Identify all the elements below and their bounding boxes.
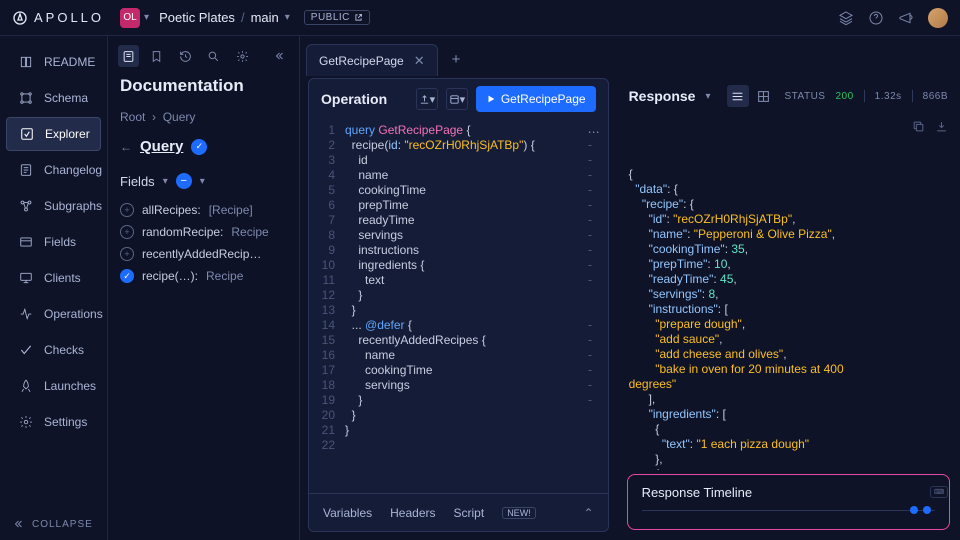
crumb-leaf[interactable]: Query [163, 110, 196, 124]
graph-breadcrumb[interactable]: Poetic Plates / main ▾ [159, 10, 290, 25]
operation-heading: Operation [321, 91, 408, 107]
check-icon: ✓ [191, 139, 207, 155]
documentation-panel: Documentation Root › Query ← Query ✓ Fie… [108, 36, 300, 540]
layers-icon[interactable] [838, 10, 854, 26]
docs-tab-icon[interactable] [118, 45, 139, 67]
doc-breadcrumb: Root › Query [120, 110, 287, 124]
nav-schema[interactable]: Schema [6, 81, 101, 115]
collection-icon[interactable]: ▾ [446, 88, 468, 110]
view-json-icon[interactable] [727, 85, 749, 107]
copy-icon[interactable] [912, 120, 925, 133]
add-tab-button[interactable]: + [452, 51, 461, 68]
operation-panel: GetRecipePage ✕ + Operation ▾ ▾ GetRecip… [300, 36, 617, 540]
share-icon[interactable]: ▾ [416, 88, 438, 110]
field-list: +allRecipes: [Recipe] +randomRecipe: Rec… [120, 199, 287, 287]
expand-icon[interactable]: ⌃ [584, 506, 594, 520]
back-icon[interactable]: ← [120, 140, 132, 154]
nav-subgraphs[interactable]: Subgraphs [6, 189, 101, 223]
bookmark-icon[interactable] [147, 45, 168, 67]
collapse-doc-icon[interactable] [269, 45, 290, 67]
chevron-down-icon[interactable]: ▾ [285, 12, 290, 23]
chevron-down-icon[interactable]: ▾ [144, 12, 149, 23]
run-button[interactable]: GetRecipePage [476, 86, 596, 112]
fields-heading: Fields [120, 174, 155, 189]
operation-tab[interactable]: GetRecipePage ✕ [306, 44, 438, 76]
branch-name: main [251, 10, 279, 25]
search-icon[interactable] [204, 45, 225, 67]
download-icon[interactable] [935, 120, 948, 133]
nav-readme[interactable]: README [6, 45, 101, 79]
field-row[interactable]: +recentlyAddedRecip… [120, 243, 287, 265]
new-badge: NEW! [502, 507, 536, 519]
headers-tab[interactable]: Headers [390, 506, 435, 520]
nav-explorer[interactable]: Explorer [6, 117, 101, 151]
response-panel: Response ▾ STATUS 200 1.32s 866B { "data… [617, 36, 960, 540]
megaphone-icon[interactable] [898, 10, 914, 26]
nav-launches[interactable]: Launches [6, 369, 101, 403]
chevron-down-icon[interactable]: ▾ [200, 176, 205, 187]
script-tab[interactable]: Script [454, 506, 485, 520]
field-row[interactable]: +allRecipes: [Recipe] [120, 199, 287, 221]
view-table-icon[interactable] [753, 85, 775, 107]
help-icon[interactable] [868, 10, 884, 26]
nav-operations[interactable]: Operations [6, 297, 101, 331]
nav-checks[interactable]: Checks [6, 333, 101, 367]
project-name: Poetic Plates [159, 10, 235, 25]
status-code: 200 [835, 91, 853, 102]
documentation-title: Documentation [120, 76, 287, 96]
query-editor[interactable]: ⋯ 1query GetRecipePage {2 recipe(id: "re… [309, 119, 608, 493]
status-label: STATUS [785, 91, 826, 102]
variables-tab[interactable]: Variables [323, 506, 372, 520]
top-bar: APOLLO OL ▾ Poetic Plates / main ▾ PUBLI… [0, 0, 960, 36]
chevron-down-icon[interactable]: ▾ [163, 176, 168, 187]
field-row[interactable]: +randomRecipe: Recipe [120, 221, 287, 243]
avatar[interactable] [928, 8, 948, 28]
status-time: 1.32s [875, 91, 902, 102]
visibility-badge[interactable]: PUBLIC [304, 10, 370, 25]
variant-badge[interactable]: OL [120, 8, 140, 28]
sidebar: README Schema Explorer Changelog Subgrap… [0, 36, 108, 540]
chevron-down-icon[interactable]: ▾ [705, 91, 710, 102]
gear-icon[interactable] [232, 45, 253, 67]
crumb-root[interactable]: Root [120, 110, 145, 124]
close-icon[interactable]: ✕ [414, 53, 425, 69]
brand-logo: APOLLO [12, 10, 104, 26]
status-size: 866B [923, 91, 948, 102]
remove-all-icon[interactable]: − [176, 173, 192, 189]
brand-name: APOLLO [34, 10, 104, 25]
collapse-button[interactable]: COLLAPSE [0, 518, 107, 530]
field-row[interactable]: ✓recipe(…): Recipe [120, 265, 287, 287]
nav-changelog[interactable]: Changelog [6, 153, 101, 187]
response-timeline[interactable]: Response Timeline [627, 474, 950, 530]
timeline-title: Response Timeline [642, 485, 935, 500]
nav-clients[interactable]: Clients [6, 261, 101, 295]
nav-settings[interactable]: Settings [6, 405, 101, 439]
response-body[interactable]: { "data": { "recipe": { "id": "recOZrH0R… [617, 116, 960, 470]
type-heading[interactable]: Query [140, 138, 183, 155]
nav-fields[interactable]: Fields [6, 225, 101, 259]
response-heading: Response [629, 88, 696, 104]
history-icon[interactable] [175, 45, 196, 67]
